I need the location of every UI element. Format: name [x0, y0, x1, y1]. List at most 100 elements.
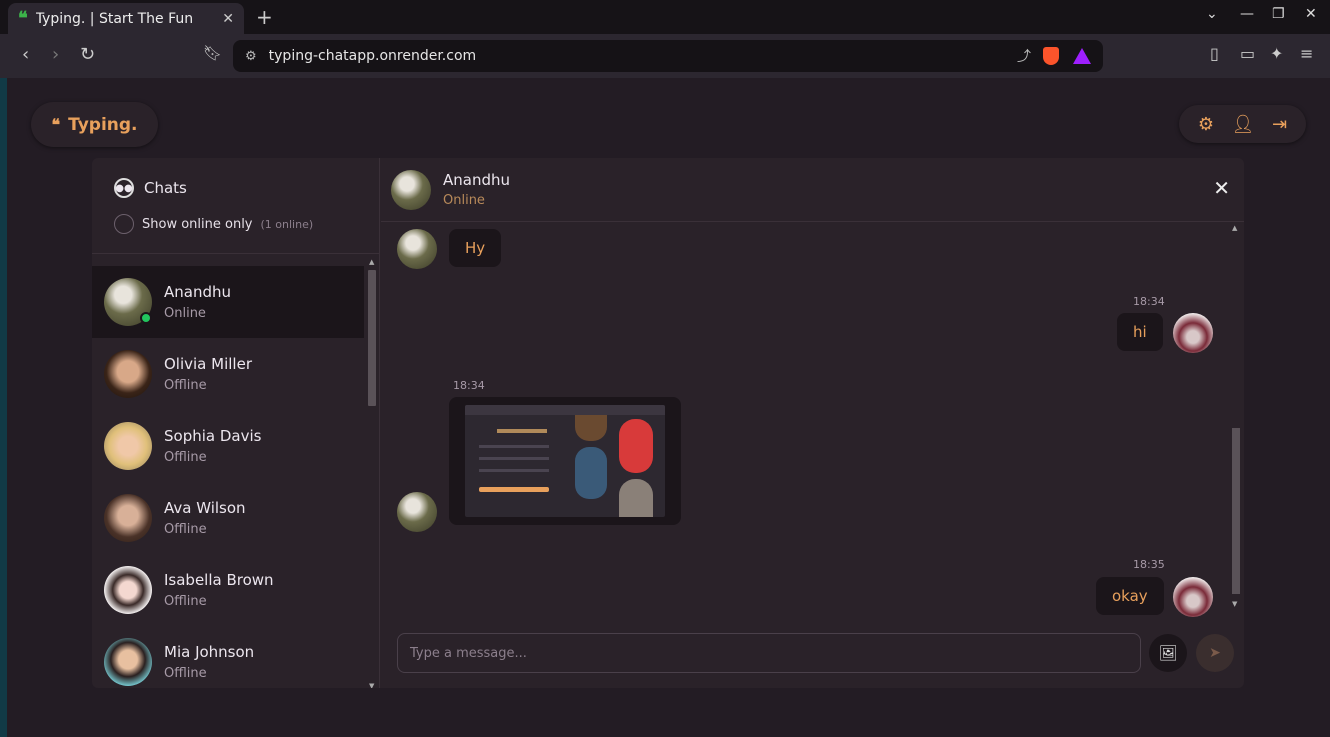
logout-icon[interactable]: ⇥	[1272, 114, 1287, 135]
contact-status: Offline	[164, 522, 207, 537]
contact-item[interactable]: Mia Johnson Offline	[92, 626, 364, 688]
contact-name: Sophia Davis	[164, 427, 262, 445]
brave-shield-icon[interactable]	[1043, 47, 1059, 65]
logo-text: Typing.	[68, 114, 138, 135]
message-timestamp: 18:34	[1133, 295, 1165, 308]
send-button[interactable]: ➤	[1196, 634, 1234, 672]
new-tab-button[interactable]: +	[256, 5, 273, 29]
avatar	[397, 229, 437, 269]
tab-menu-icon[interactable]: ⌄	[1206, 6, 1218, 22]
contact-item[interactable]: Anandhu Online	[92, 266, 364, 338]
avatar	[104, 422, 152, 470]
chat-header: Anandhu Online ✕	[381, 158, 1244, 222]
scrollbar-thumb[interactable]	[1232, 428, 1240, 594]
scroll-up-arrow[interactable]: ▲	[1232, 224, 1237, 232]
leo-ai-icon[interactable]: ✦	[1270, 44, 1283, 63]
messages-scrollbar[interactable]: ▲ ▼	[1231, 224, 1241, 618]
contact-status: Offline	[164, 594, 207, 609]
contact-status: Offline	[164, 378, 207, 393]
chat-contact-status: Online	[443, 193, 485, 208]
online-only-checkbox[interactable]	[114, 214, 134, 234]
message-list: Hy 18:34 hi 18:34 18:35 okay	[381, 223, 1244, 619]
chat-card: ●● Chats Show online only (1 online) Ana…	[92, 158, 1244, 688]
maximize-button[interactable]: ❐	[1272, 6, 1285, 22]
avatar	[391, 169, 431, 210]
message-input[interactable]: Type a message...	[397, 633, 1141, 673]
desktop-edge	[0, 78, 7, 737]
sidebar-header: ●● Chats Show online only (1 online)	[92, 158, 379, 254]
contact-name: Olivia Miller	[164, 355, 252, 373]
forward-button[interactable]: ›	[52, 44, 59, 65]
message-bubble: Hy	[449, 229, 502, 267]
contact-name: Isabella Brown	[164, 571, 274, 589]
sidebar-toggle-icon[interactable]: ▯	[1210, 44, 1219, 63]
users-icon: ●●	[114, 178, 134, 198]
scroll-down-arrow[interactable]: ▼	[369, 682, 374, 688]
message-timestamp: 18:34	[453, 379, 485, 392]
scroll-up-arrow[interactable]: ▲	[369, 258, 374, 266]
message-bubble: okay	[1096, 577, 1164, 615]
message-bubble: hi	[1117, 313, 1163, 351]
brave-rewards-icon[interactable]	[1073, 48, 1091, 64]
scrollbar-thumb[interactable]	[368, 270, 376, 406]
reload-button[interactable]: ↻	[80, 44, 95, 65]
minimize-button[interactable]: —	[1240, 6, 1254, 22]
avatar	[1173, 577, 1213, 617]
contact-name: Anandhu	[164, 283, 232, 301]
contact-status: Offline	[164, 450, 207, 465]
avatar	[104, 494, 152, 542]
back-button[interactable]: ‹	[22, 44, 29, 65]
site-settings-icon[interactable]: ⚙︎	[245, 49, 257, 64]
tab-title: Typing. | Start The Fun	[35, 10, 194, 27]
settings-icon[interactable]: ⚙	[1198, 114, 1214, 135]
contact-name: Mia Johnson	[164, 643, 255, 661]
quote-icon: ❝	[51, 115, 61, 134]
browser-tab[interactable]: ❝ Typing. | Start The Fun ✕	[8, 3, 244, 34]
scroll-down-arrow[interactable]: ▼	[1232, 600, 1237, 608]
avatar	[104, 566, 152, 614]
online-only-label[interactable]: Show online only	[142, 217, 253, 232]
quote-icon: ❝	[18, 8, 28, 29]
contact-item[interactable]: Isabella Brown Offline	[92, 554, 364, 626]
url-text: typing-chatapp.onrender.com	[268, 48, 477, 64]
chat-sidebar: ●● Chats Show online only (1 online) Ana…	[92, 158, 380, 688]
message-image-bubble[interactable]	[449, 397, 681, 525]
wallet-icon[interactable]: ▭	[1240, 44, 1255, 63]
chat-contact-name: Anandhu	[443, 171, 511, 189]
bookmark-icon[interactable]: 🔖︎	[203, 44, 222, 62]
avatar	[104, 350, 152, 398]
contact-list: Anandhu Online Olivia Miller Offline Sop…	[92, 266, 364, 688]
close-window-button[interactable]: ✕	[1305, 6, 1317, 22]
sidebar-scrollbar[interactable]: ▲ ▼	[366, 258, 378, 688]
close-tab-icon[interactable]: ✕	[222, 11, 234, 27]
avatar	[104, 638, 152, 686]
chat-main: Anandhu Online ✕ Hy 18:34 hi 18:34 18:35…	[381, 158, 1244, 688]
online-indicator	[140, 312, 152, 324]
contact-status: Offline	[164, 666, 207, 681]
browser-tab-bar: ❝ Typing. | Start The Fun ✕ + ⌄ — ❐ ✕	[0, 0, 1330, 34]
sidebar-title: Chats	[144, 179, 187, 197]
online-count: (1 online)	[260, 217, 314, 231]
app-logo[interactable]: ❝ Typing.	[31, 102, 158, 147]
browser-toolbar: ‹ › ↻ 🔖︎ ⚙︎ typing-chatapp.onrender.com …	[0, 34, 1330, 78]
message-input-placeholder: Type a message...	[410, 645, 527, 661]
message-timestamp: 18:35	[1133, 558, 1165, 571]
profile-icon[interactable]: 👤︎	[1232, 114, 1255, 135]
message-image[interactable]	[465, 405, 665, 517]
contact-name: Ava Wilson	[164, 499, 246, 517]
app-page: ❝ Typing. ⚙ 👤︎ ⇥ ●● Chats Show online on…	[7, 78, 1330, 737]
top-actions: ⚙ 👤︎ ⇥	[1179, 105, 1306, 143]
close-chat-icon[interactable]: ✕	[1213, 176, 1230, 200]
attach-image-button[interactable]: 🖼︎	[1149, 634, 1187, 672]
menu-icon[interactable]: ≡	[1300, 44, 1313, 63]
contact-item[interactable]: Olivia Miller Offline	[92, 338, 364, 410]
address-bar[interactable]: ⚙︎ typing-chatapp.onrender.com ⤴	[233, 40, 1103, 72]
avatar	[104, 278, 152, 326]
share-icon[interactable]: ⤴	[1017, 46, 1031, 66]
send-icon: ➤	[1209, 645, 1221, 661]
contact-item[interactable]: Sophia Davis Offline	[92, 410, 364, 482]
contact-status: Online	[164, 306, 206, 321]
avatar	[1173, 313, 1213, 353]
contact-item[interactable]: Ava Wilson Offline	[92, 482, 364, 554]
avatar	[397, 492, 437, 532]
